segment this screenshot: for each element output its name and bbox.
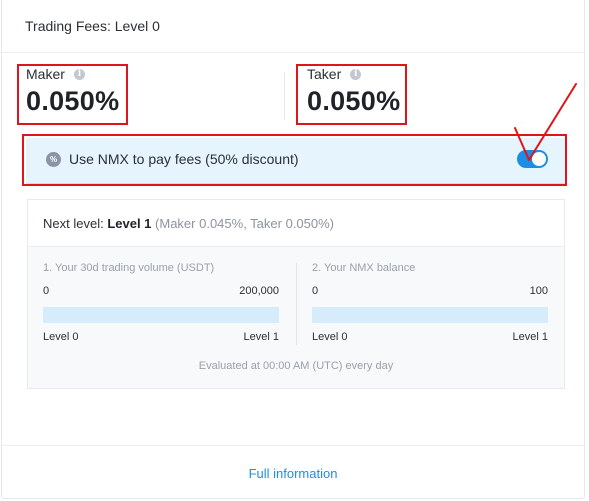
annotation-box-discount	[22, 134, 567, 186]
progress-bar	[312, 307, 548, 323]
page-title: Trading Fees: Level 0	[25, 18, 160, 34]
nmx-balance-metric: 2. Your NMX balance 0 100 Level 0 Level …	[312, 262, 548, 345]
next-level-value: Level 1	[107, 216, 152, 231]
fee-divider	[284, 72, 285, 120]
range-max: 200,000	[239, 285, 279, 297]
metric-divider	[296, 263, 297, 345]
card-footer: Full information	[2, 445, 584, 499]
next-level-panel: Next level: Level 1 (Maker 0.045%, Taker…	[27, 199, 565, 389]
range-min: 0	[43, 285, 50, 297]
level-to: Level 1	[512, 331, 548, 343]
next-level-header: Next level: Level 1 (Maker 0.045%, Taker…	[28, 200, 564, 247]
next-level-detail: (Maker 0.045%, Taker 0.050%)	[155, 216, 335, 231]
full-information-link[interactable]: Full information	[2, 466, 584, 481]
metric-title: 1. Your 30d trading volume (USDT)	[43, 262, 215, 274]
range-max: 100	[529, 285, 548, 297]
level-from: Level 0	[312, 331, 348, 343]
next-level-prefix: Next level:	[43, 216, 104, 231]
trading-volume-metric: 1. Your 30d trading volume (USDT) 0 200,…	[43, 262, 279, 345]
annotation-box-taker	[296, 64, 407, 125]
level-from: Level 0	[43, 331, 79, 343]
range-min: 0	[312, 285, 319, 297]
level-to: Level 1	[243, 331, 279, 343]
metric-title: 2. Your NMX balance	[312, 262, 416, 274]
annotation-box-maker	[17, 64, 128, 125]
evaluation-note: Evaluated at 00:00 AM (UTC) every day	[198, 360, 394, 372]
card-header: Trading Fees: Level 0	[2, 0, 584, 53]
progress-bar	[43, 307, 279, 323]
